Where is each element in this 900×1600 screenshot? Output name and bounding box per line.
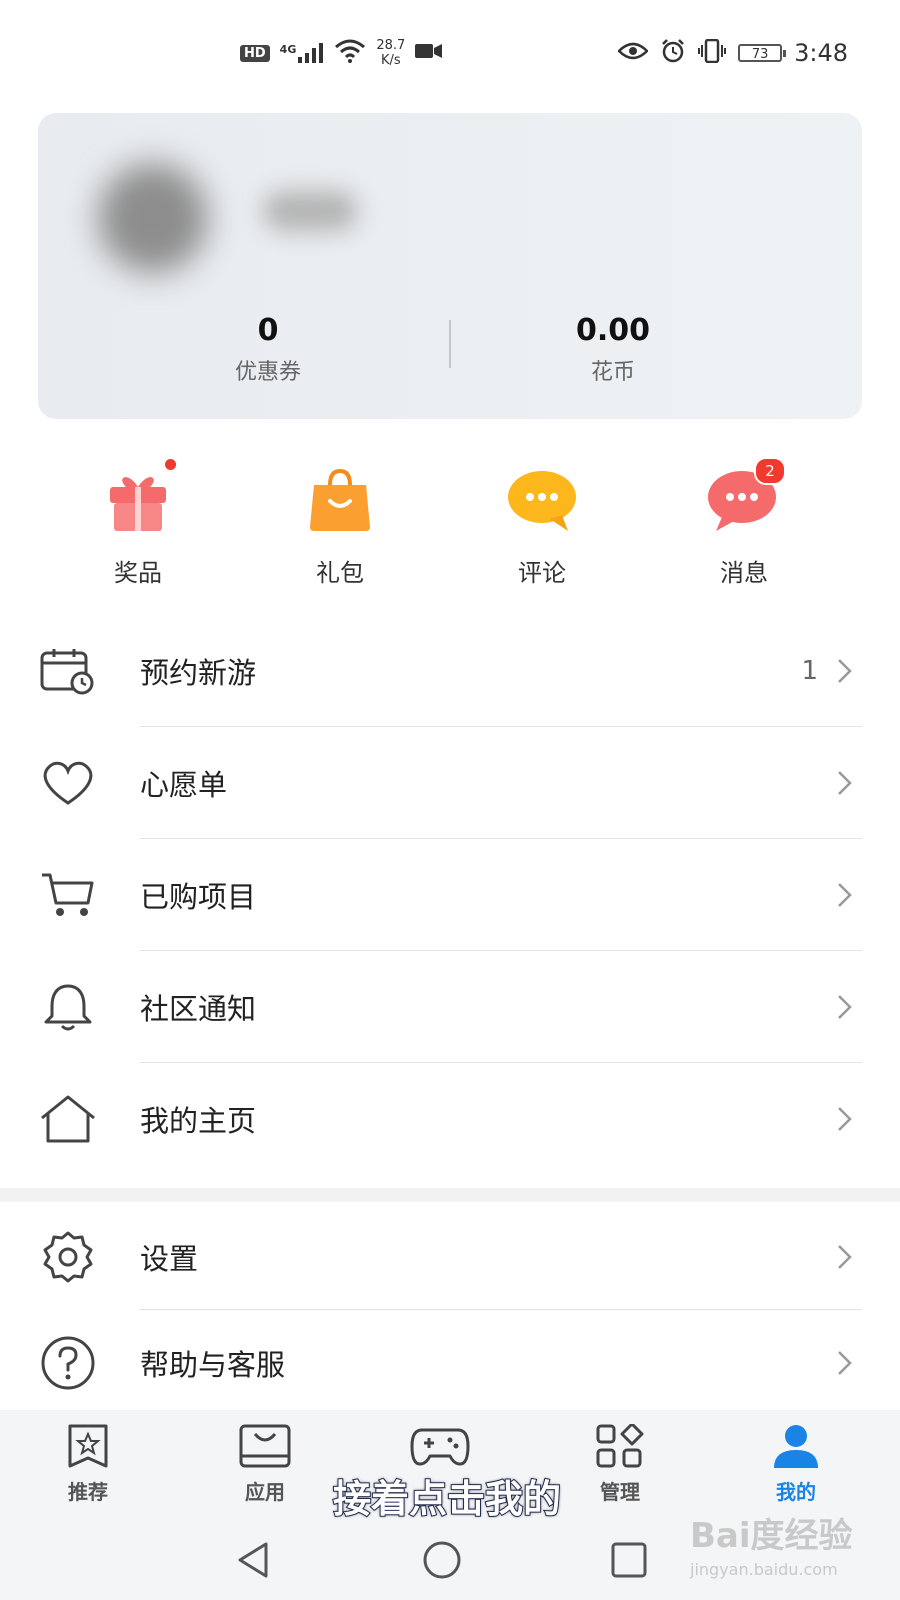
menu-group-settings: 设置 帮助与客服: [0, 1204, 900, 1416]
cart-icon: [38, 865, 98, 925]
alarm-icon: [660, 38, 686, 68]
flower-coin-value: 0.00: [575, 313, 651, 348]
message-bubble-icon: 2: [704, 457, 786, 535]
chevron-right-icon: [838, 771, 852, 795]
quick-action-label: 奖品: [114, 559, 162, 587]
menu-item-community-notice[interactable]: 社区通知: [0, 951, 900, 1063]
menu-item-my-homepage[interactable]: 我的主页: [0, 1063, 900, 1175]
menu-item-label: 我的主页: [140, 1104, 257, 1138]
stat-divider: [449, 320, 451, 368]
coupon-count: 0: [257, 313, 279, 348]
menu-item-label: 帮助与客服: [140, 1348, 286, 1382]
chevron-right-icon: [838, 1351, 852, 1375]
tab-label: 应用: [245, 1480, 285, 1504]
reserve-count: 1: [801, 656, 818, 686]
back-triangle-icon[interactable]: [232, 1538, 276, 1582]
comment-bubble-icon: [502, 465, 582, 535]
message-count-badge: 2: [754, 457, 786, 485]
gear-icon: [38, 1227, 98, 1287]
quick-action-comments[interactable]: 评论: [467, 465, 617, 588]
app-bag-icon: [239, 1424, 291, 1468]
calendar-clock-icon: [38, 641, 98, 701]
username-blurred: [263, 191, 358, 231]
chevron-right-icon: [838, 659, 852, 683]
coupon-label: 优惠券: [234, 360, 301, 385]
menu-item-purchased[interactable]: 已购项目: [0, 839, 900, 951]
recents-square-icon[interactable]: [607, 1538, 651, 1582]
menu-item-settings[interactable]: 设置: [0, 1204, 900, 1310]
chevron-right-icon: [838, 883, 852, 907]
chevron-right-icon: [838, 1107, 852, 1131]
wifi-icon: [334, 39, 366, 67]
heart-icon: [38, 753, 98, 813]
menu-item-label: 心愿单: [140, 768, 228, 802]
quick-action-messages[interactable]: 2 消息: [669, 457, 819, 588]
tab-label: 推荐: [68, 1480, 108, 1504]
clock: 3:48: [794, 39, 848, 67]
eye-icon: [617, 41, 649, 65]
baidu-watermark-url: jingyan.baidu.com: [690, 1560, 838, 1579]
signal-icon: 4G: [280, 43, 325, 63]
vibrate-icon: [698, 38, 727, 67]
tab-apps[interactable]: 应用: [205, 1424, 325, 1505]
flower-coin-stat[interactable]: 0.00 花币: [483, 313, 743, 386]
status-center: HD 4G 28.7 K/s: [240, 38, 443, 68]
menu-group-main: 预约新游 1 心愿单 已购项目 社区通知 我的主页: [0, 615, 900, 1175]
profile-card[interactable]: 0 优惠券 0.00 花币: [38, 113, 862, 419]
speed-unit: K/s: [380, 53, 401, 68]
video-camera-icon: [415, 42, 443, 64]
network-speed: 28.7 K/s: [376, 38, 405, 68]
section-separator: [0, 1188, 900, 1202]
flower-coin-label: 花币: [590, 360, 635, 385]
status-right: 73 3:48: [617, 38, 848, 68]
shopping-bag-icon: [300, 465, 380, 535]
menu-item-label: 预约新游: [140, 656, 257, 690]
help-circle-icon: [38, 1333, 98, 1393]
hd-badge: HD: [240, 44, 270, 62]
avatar[interactable]: [98, 163, 208, 273]
menu-item-help[interactable]: 帮助与客服: [0, 1310, 900, 1416]
menu-item-label: 设置: [140, 1242, 199, 1276]
prize-new-dot: [165, 459, 176, 470]
battery-indicator: 73: [738, 44, 787, 62]
coupon-stat[interactable]: 0 优惠券: [138, 313, 398, 386]
home-circle-icon[interactable]: [420, 1538, 464, 1582]
tutorial-caption: 接着点击我的: [332, 1476, 562, 1522]
menu-item-label: 已购项目: [140, 880, 257, 914]
tab-mine[interactable]: 我的: [736, 1424, 856, 1505]
menu-item-wishlist[interactable]: 心愿单: [0, 727, 900, 839]
person-icon: [774, 1425, 818, 1468]
star-bookmark-icon: [68, 1424, 108, 1468]
tab-label: 管理: [600, 1480, 640, 1504]
gamepad-icon: [410, 1428, 470, 1466]
chevron-right-icon: [838, 995, 852, 1019]
quick-action-label: 评论: [518, 559, 566, 587]
tab-recommend[interactable]: 推荐: [28, 1424, 148, 1505]
menu-item-label: 社区通知: [140, 992, 257, 1026]
bell-icon: [38, 977, 98, 1037]
grid-manage-icon: [596, 1422, 644, 1468]
baidu-watermark-logo: Bai度经验: [690, 1516, 853, 1556]
menu-item-reserve-games[interactable]: 预约新游 1: [0, 615, 900, 727]
chevron-right-icon: [838, 1245, 852, 1269]
gift-icon: [98, 459, 178, 535]
quick-action-label: 礼包: [316, 559, 364, 587]
tab-manage[interactable]: 管理: [560, 1422, 680, 1505]
tab-label: 我的: [776, 1480, 816, 1504]
speed-value: 28.7: [376, 38, 406, 53]
quick-actions: 奖品 礼包 评论 2 消息: [0, 457, 900, 605]
home-icon: [38, 1089, 98, 1149]
quick-action-prizes[interactable]: 奖品: [63, 459, 213, 588]
status-bar: HD 4G 28.7 K/s 73 3:48: [0, 0, 900, 100]
quick-action-gift-packs[interactable]: 礼包: [265, 465, 415, 588]
quick-action-label: 消息: [720, 559, 768, 587]
